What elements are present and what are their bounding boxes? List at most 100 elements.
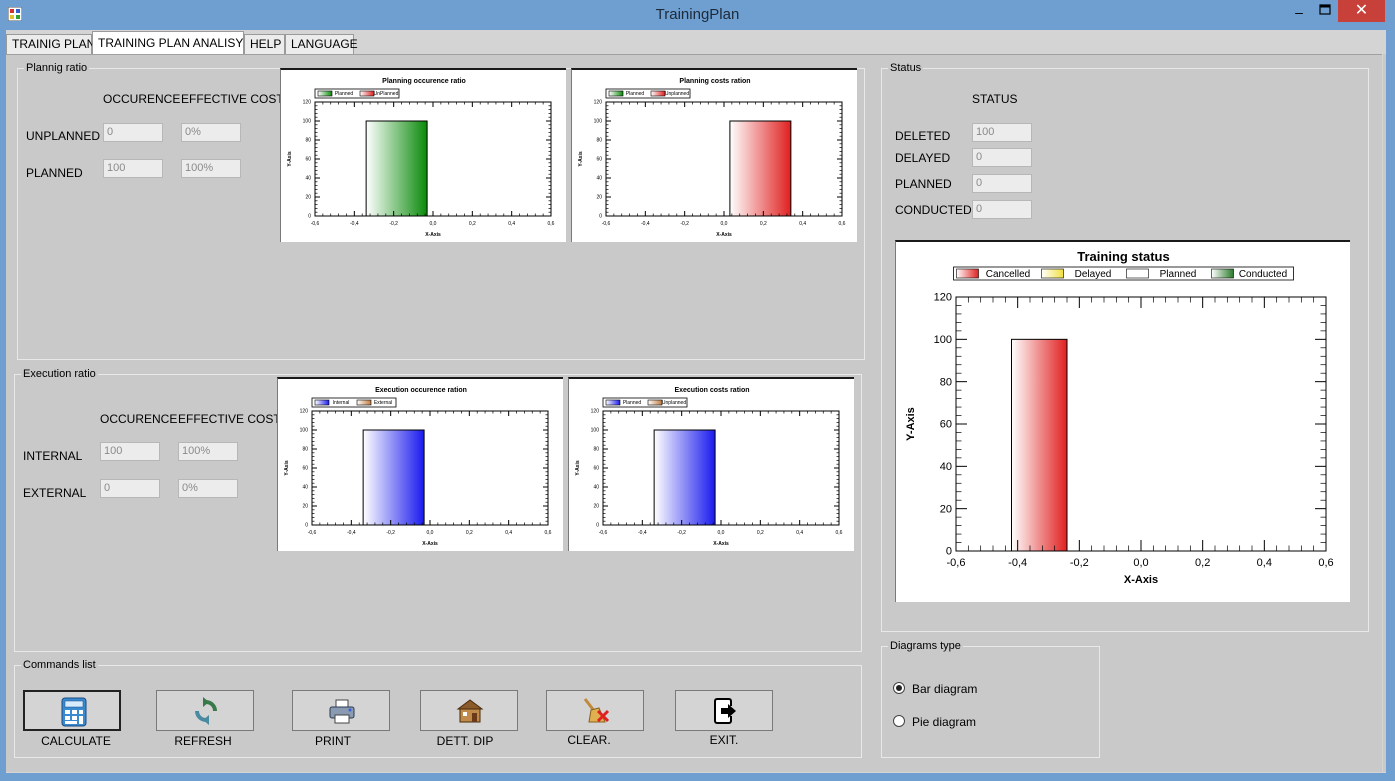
y-tick-label: 120 [594, 100, 603, 106]
planning-costs-chart-svg: Planning costs ration Planned Unplanned 0 20… [578, 78, 846, 238]
tab-bar: TRAINIG PLAN TRAINING PLAN ANALISYS HELP… [6, 31, 1386, 55]
print-button[interactable] [292, 690, 390, 731]
chart-title: Planning occurence ratio [382, 78, 466, 85]
group-title: Diagrams type [888, 639, 963, 653]
refresh-icon [195, 697, 217, 725]
x-tick-label: -0,4 [1008, 557, 1027, 569]
x-tick-label: -0,6 [947, 557, 966, 569]
diagrams-type-group: Diagrams type [881, 639, 1100, 758]
y-axis-title: Y-Axis [575, 460, 581, 476]
y-tick-label: 40 [305, 176, 311, 182]
y-tick-label: 80 [305, 138, 311, 144]
training-status-chart: Training status Cancelled Delayed Planned Co… [895, 240, 1350, 602]
legend-label: Planned [626, 91, 645, 97]
planned-field[interactable]: 0 [972, 174, 1032, 193]
maximize-icon [1319, 4, 1331, 15]
conducted-field[interactable]: 0 [972, 200, 1032, 219]
tab-training-plan[interactable]: TRAINIG PLAN [6, 34, 95, 54]
column-header-occurence: OCCURENCE [103, 92, 181, 106]
x-tick-label: 0,0 [430, 221, 437, 227]
x-tick-label: -0,6 [599, 530, 608, 536]
x-tick-label: -0,2 [677, 530, 686, 536]
x-tick-label: -0,4 [350, 221, 359, 227]
legend-label: External [374, 400, 392, 406]
close-button[interactable]: ✕ [1338, 0, 1385, 22]
row-label-planned: PLANNED [26, 166, 83, 180]
x-tick-label: 0,0 [1133, 557, 1148, 569]
maximize-button[interactable] [1313, 0, 1337, 22]
internal-occurence-field[interactable]: 100 [100, 442, 160, 461]
exit-button[interactable] [675, 690, 773, 731]
tab-training-plan-analysis[interactable]: TRAINING PLAN ANALISYS [92, 31, 251, 55]
legend-swatch [605, 399, 621, 406]
legend-label: Internal [333, 400, 350, 406]
y-axis-title: Y-Axis [284, 460, 290, 476]
unplanned-occurence-field[interactable]: 0 [103, 123, 163, 142]
y-tick-label: 100 [591, 428, 600, 434]
legend-swatch [359, 90, 375, 97]
clear-button[interactable] [546, 690, 644, 731]
planned-cost-field[interactable]: 100% [181, 159, 241, 178]
legend-label: UnPlanned [374, 91, 399, 97]
x-tick-label: -0,4 [347, 530, 356, 536]
y-tick-label: 20 [305, 195, 311, 201]
exit-icon [714, 698, 736, 724]
tab-help[interactable]: HELP [244, 34, 285, 54]
plot-area [605, 101, 843, 217]
y-tick-label: 0 [946, 546, 952, 558]
unplanned-cost-field[interactable]: 0% [181, 123, 241, 142]
calculator-icon [61, 697, 87, 727]
calculate-button[interactable] [23, 690, 121, 731]
external-cost-field[interactable]: 0% [178, 479, 238, 498]
pie-diagram-label[interactable]: Pie diagram [912, 715, 976, 729]
house-icon [456, 699, 484, 723]
x-tick-label: -0,2 [389, 221, 398, 227]
pie-diagram-radio[interactable] [893, 715, 905, 727]
y-tick-label: 60 [593, 466, 599, 472]
x-tick-label: 0,4 [508, 221, 515, 227]
x-tick-label: 0,4 [799, 221, 806, 227]
x-tick-label: 0,4 [796, 530, 803, 536]
x-tick-label: 0,6 [1318, 557, 1333, 569]
execution-occurence-chart: Execution occurence ration Internal Extern… [277, 377, 563, 551]
x-tick-label: -0,2 [1070, 557, 1089, 569]
x-tick-label: -0,2 [680, 221, 689, 227]
x-tick-label: -0,4 [641, 221, 650, 227]
y-tick-label: 60 [302, 466, 308, 472]
bar-diagram-label[interactable]: Bar diagram [912, 682, 977, 696]
y-tick-label: 0 [596, 523, 599, 529]
legend-swatch [1041, 268, 1064, 279]
external-occurence-field[interactable]: 0 [100, 479, 160, 498]
broom-icon [583, 698, 610, 723]
internal-cost-field[interactable]: 100% [178, 442, 238, 461]
y-tick-label: 120 [300, 409, 309, 415]
bar-diagram-radio[interactable] [893, 682, 905, 694]
planned-occurence-field[interactable]: 100 [103, 159, 163, 178]
bar [653, 429, 716, 526]
minimize-button[interactable]: – [1287, 0, 1311, 22]
row-label-planned: PLANNED [895, 177, 952, 191]
legend-label: Planned [335, 91, 354, 97]
y-tick-label: 60 [940, 419, 952, 431]
y-tick-label: 40 [302, 485, 308, 491]
group-title: Plannig ratio [24, 61, 90, 75]
x-tick-label: -0,4 [638, 530, 647, 536]
status-header: STATUS [972, 92, 1018, 106]
scrollbar[interactable] [1383, 54, 1386, 772]
dett-dip-button[interactable] [420, 690, 518, 731]
printer-icon [329, 699, 355, 724]
deleted-field[interactable]: 100 [972, 123, 1032, 142]
tab-language[interactable]: LANGUAGE [285, 34, 358, 54]
y-tick-label: 0 [308, 214, 311, 220]
execution-occurence-chart-svg: Execution occurence ration Internal Extern… [284, 387, 552, 547]
window-title: TrainingPlan [655, 6, 740, 23]
chart-title: Execution costs ration [674, 387, 749, 394]
y-tick-label: 120 [591, 409, 600, 415]
delayed-field[interactable]: 0 [972, 148, 1032, 167]
row-label-internal: INTERNAL [23, 449, 83, 463]
bar [1011, 338, 1068, 552]
y-tick-label: 100 [303, 119, 312, 125]
x-axis-title: X-Axis [716, 232, 732, 238]
refresh-button[interactable] [156, 690, 254, 731]
bar [365, 120, 428, 217]
